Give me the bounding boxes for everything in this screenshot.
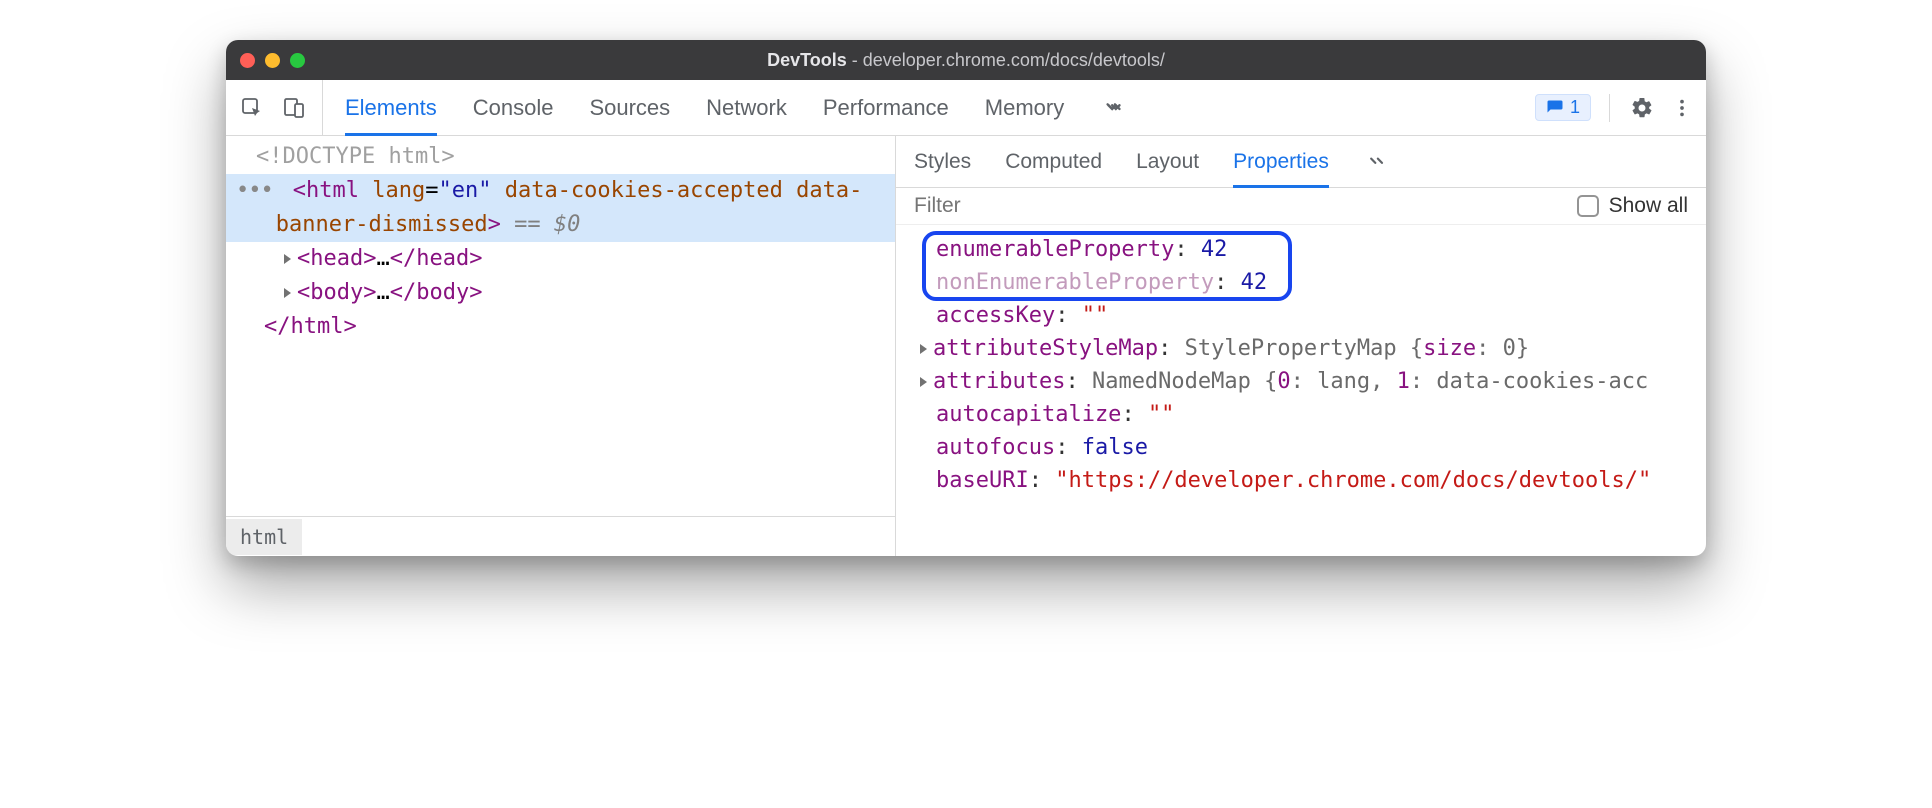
property-name: baseURI [936,468,1029,493]
window-title: DevTools - developer.chrome.com/docs/dev… [767,50,1165,71]
property-name: attributeStyleMap [933,336,1158,361]
expand-triangle-icon[interactable] [284,288,291,298]
minimize-window-button[interactable] [265,53,280,68]
close-window-button[interactable] [240,53,255,68]
divider [1609,94,1610,122]
sidepanel-tabs: Styles Computed Layout Properties [896,136,1706,188]
dom-doctype[interactable]: <!DOCTYPE html> [226,140,895,174]
property-row[interactable]: enumerableProperty: 42 [914,233,1706,266]
properties-filter-input[interactable] [914,194,1567,218]
more-subtabs-icon[interactable] [1363,148,1391,176]
property-name: nonEnumerableProperty [936,270,1214,295]
expand-triangle-icon[interactable] [284,254,291,264]
titlebar: DevTools - developer.chrome.com/docs/dev… [226,40,1706,80]
breadcrumb-bar: html [226,516,895,556]
property-row[interactable]: attributes: NamedNodeMap {0: lang, 1: da… [914,365,1706,398]
window-controls [240,53,305,68]
property-row[interactable]: autocapitalize: "" [914,398,1706,431]
tab-elements[interactable]: Elements [345,80,437,135]
dom-tree[interactable]: <!DOCTYPE html> •••<html lang="en" data-… [226,136,895,516]
main-toolbar: Elements Console Sources Network Perform… [226,80,1706,136]
property-name: attributes [933,369,1065,394]
dom-html-row[interactable]: •••<html lang="en" data-cookies-accepted… [226,174,895,242]
tab-network[interactable]: Network [706,80,787,135]
sidepanel: Styles Computed Layout Properties Show a… [896,136,1706,556]
ellipsis-icon: ••• [236,178,273,203]
property-name: enumerableProperty [936,237,1174,262]
settings-icon[interactable] [1628,94,1656,122]
property-row[interactable]: accessKey: "" [914,299,1706,332]
property-name: autofocus [936,435,1055,460]
breadcrumb-html[interactable]: html [226,519,302,555]
show-all-checkbox[interactable] [1577,195,1599,217]
dom-body-row[interactable]: <body>…</body> [226,276,895,310]
expand-triangle-icon[interactable] [920,377,927,387]
toolbar-right-group: 1 [1527,80,1696,135]
subtab-layout[interactable]: Layout [1136,136,1199,187]
main-tabs: Elements Console Sources Network Perform… [335,80,1523,135]
subtab-styles[interactable]: Styles [914,136,971,187]
property-name: accessKey [936,303,1055,328]
properties-list[interactable]: enumerableProperty: 42nonEnumerablePrope… [896,225,1706,505]
content-row: <!DOCTYPE html> •••<html lang="en" data-… [226,136,1706,556]
devtools-window: DevTools - developer.chrome.com/docs/dev… [226,40,1706,556]
issues-badge[interactable]: 1 [1535,94,1591,121]
device-toolbar-icon[interactable] [280,94,308,122]
tab-performance[interactable]: Performance [823,80,949,135]
show-all-label: Show all [1609,194,1688,218]
toolbar-left-group [238,80,323,135]
property-row[interactable]: baseURI: "https://developer.chrome.com/d… [914,464,1706,497]
tab-memory[interactable]: Memory [985,80,1064,135]
property-row[interactable]: nonEnumerableProperty: 42 [914,266,1706,299]
property-row[interactable]: autofocus: false [914,431,1706,464]
subtab-properties[interactable]: Properties [1233,136,1329,187]
subtab-computed[interactable]: Computed [1005,136,1102,187]
property-name: autocapitalize [936,402,1121,427]
inspect-element-icon[interactable] [238,94,266,122]
dom-html-close[interactable]: </html> [226,310,895,344]
fullscreen-window-button[interactable] [290,53,305,68]
tab-console[interactable]: Console [473,80,554,135]
kebab-menu-icon[interactable] [1668,94,1696,122]
properties-filter-row: Show all [896,188,1706,225]
property-row[interactable]: attributeStyleMap: StylePropertyMap {siz… [914,332,1706,365]
more-tabs-icon[interactable] [1100,94,1128,122]
dom-head-row[interactable]: <head>…</head> [226,242,895,276]
tab-sources[interactable]: Sources [589,80,670,135]
elements-dom-pane: <!DOCTYPE html> •••<html lang="en" data-… [226,136,896,556]
expand-triangle-icon[interactable] [920,344,927,354]
